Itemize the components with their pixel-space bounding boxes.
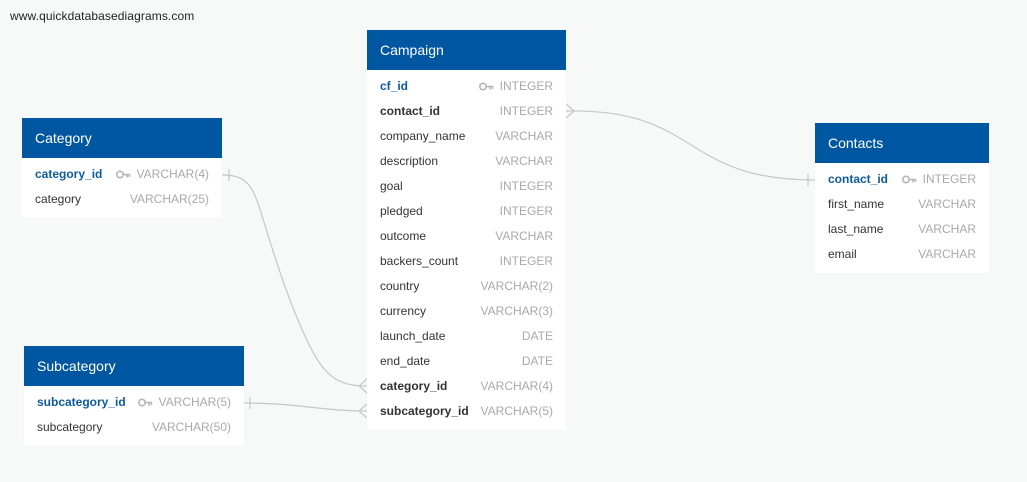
column-name: contact_id [380, 104, 441, 118]
column-type: INTEGER [499, 204, 553, 218]
relationship-line-contacts [565, 110, 816, 181]
column-type: DATE [521, 354, 553, 368]
column-name: email [828, 247, 857, 261]
column-row-subcategory-subcategory[interactable]: subcategory VARCHAR(50) [24, 415, 244, 440]
column-type: VARCHAR [495, 154, 553, 168]
column-row-campaign-goal[interactable]: goal INTEGER [367, 174, 566, 199]
column-row-campaign-company-name[interactable]: company_name VARCHAR [367, 124, 566, 149]
column-type: VARCHAR [918, 197, 976, 211]
column-name: description [380, 154, 439, 168]
table-title[interactable]: Campaign [367, 30, 566, 70]
column-type: INTEGER [922, 172, 976, 186]
column-name: backers_count [380, 254, 459, 268]
column-type: VARCHAR(2) [480, 279, 553, 293]
column-type: INTEGER [499, 254, 553, 268]
column-type: VARCHAR [918, 222, 976, 236]
table-columns: cf_id INTEGER contact_id INTEGER company_nam… [367, 70, 566, 430]
column-row-campaign-launch-date[interactable]: launch_date DATE [367, 324, 566, 349]
table-title[interactable]: Subcategory [24, 346, 244, 386]
column-name: subcategory_id [380, 404, 469, 418]
primary-key-icon [901, 175, 916, 184]
column-name: goal [380, 179, 403, 193]
table-title[interactable]: Category [22, 118, 222, 158]
column-type: VARCHAR(3) [480, 304, 553, 318]
column-name: outcome [380, 229, 427, 243]
column-name: subcategory [37, 420, 103, 434]
column-row-campaign-outcome[interactable]: outcome VARCHAR [367, 224, 566, 249]
column-row-subcategory-subcategory-id[interactable]: subcategory_id VARCHAR(5) [24, 390, 244, 415]
table-subcategory[interactable]: Subcategory subcategory_id VARCHAR(5) subc… [24, 346, 244, 446]
primary-key-icon [115, 170, 130, 179]
column-row-campaign-currency[interactable]: currency VARCHAR(3) [367, 299, 566, 324]
column-type: VARCHAR(5) [158, 395, 231, 409]
column-name: company_name [380, 129, 466, 143]
column-type: VARCHAR [918, 247, 976, 261]
column-row-contacts-last-name[interactable]: last_name VARCHAR [815, 217, 989, 242]
column-row-contacts-first-name[interactable]: first_name VARCHAR [815, 192, 989, 217]
column-row-campaign-category-id[interactable]: category_id VARCHAR(4) [367, 374, 566, 399]
column-type: VARCHAR(4) [136, 167, 209, 181]
column-name: first_name [828, 197, 885, 211]
table-columns: category_id VARCHAR(4) category VARCHAR(25) [22, 158, 222, 218]
column-type: VARCHAR [495, 129, 553, 143]
column-row-campaign-end-date[interactable]: end_date DATE [367, 349, 566, 374]
column-name: last_name [828, 222, 884, 236]
column-type: VARCHAR(5) [480, 404, 553, 418]
table-campaign[interactable]: Campaign cf_id INTEGER contact_id INTEGER co… [367, 30, 566, 430]
column-row-contacts-contact-id[interactable]: contact_id INTEGER [815, 167, 989, 192]
column-name: currency [380, 304, 427, 318]
table-columns: subcategory_id VARCHAR(5) subcategory VARCH… [24, 386, 244, 446]
table-columns: contact_id INTEGER first_name VARCHAR last_n… [815, 163, 989, 273]
column-type: INTEGER [499, 179, 553, 193]
column-row-campaign-backers-count[interactable]: backers_count INTEGER [367, 249, 566, 274]
column-row-campaign-cf-id[interactable]: cf_id INTEGER [367, 74, 566, 99]
table-category[interactable]: Category category_id VARCHAR(4) category VA… [22, 118, 222, 218]
column-row-campaign-pledged[interactable]: pledged INTEGER [367, 199, 566, 224]
column-type: VARCHAR [495, 229, 553, 243]
column-row-campaign-country[interactable]: country VARCHAR(2) [367, 274, 566, 299]
column-row-category-category[interactable]: category VARCHAR(25) [22, 187, 222, 212]
column-name: country [380, 279, 420, 293]
primary-key-icon [478, 82, 493, 91]
table-contacts[interactable]: Contacts contact_id INTEGER first_name VARC… [815, 123, 989, 273]
column-type: VARCHAR(50) [151, 420, 231, 434]
column-type: INTEGER [499, 79, 553, 93]
column-row-campaign-description[interactable]: description VARCHAR [367, 149, 566, 174]
column-row-campaign-contact-id[interactable]: contact_id INTEGER [367, 99, 566, 124]
column-name: contact_id [828, 172, 889, 186]
column-row-campaign-subcategory-id[interactable]: subcategory_id VARCHAR(5) [367, 399, 566, 424]
column-name: end_date [380, 354, 431, 368]
column-name: pledged [380, 204, 423, 218]
column-row-contacts-email[interactable]: email VARCHAR [815, 242, 989, 267]
column-name: launch_date [380, 329, 446, 343]
column-type: VARCHAR(25) [129, 192, 209, 206]
column-type: DATE [521, 329, 553, 343]
column-name: category_id [380, 379, 448, 393]
column-name: category_id [35, 167, 103, 181]
column-type: INTEGER [499, 104, 553, 118]
column-type: VARCHAR(4) [480, 379, 553, 393]
column-name: cf_id [380, 79, 409, 93]
column-row-category-category-id[interactable]: category_id VARCHAR(4) [22, 162, 222, 187]
relationship-line-subcategory [243, 402, 368, 412]
table-title[interactable]: Contacts [815, 123, 989, 163]
column-name: category [35, 192, 82, 206]
primary-key-icon [137, 398, 152, 407]
column-name: subcategory_id [37, 395, 126, 409]
